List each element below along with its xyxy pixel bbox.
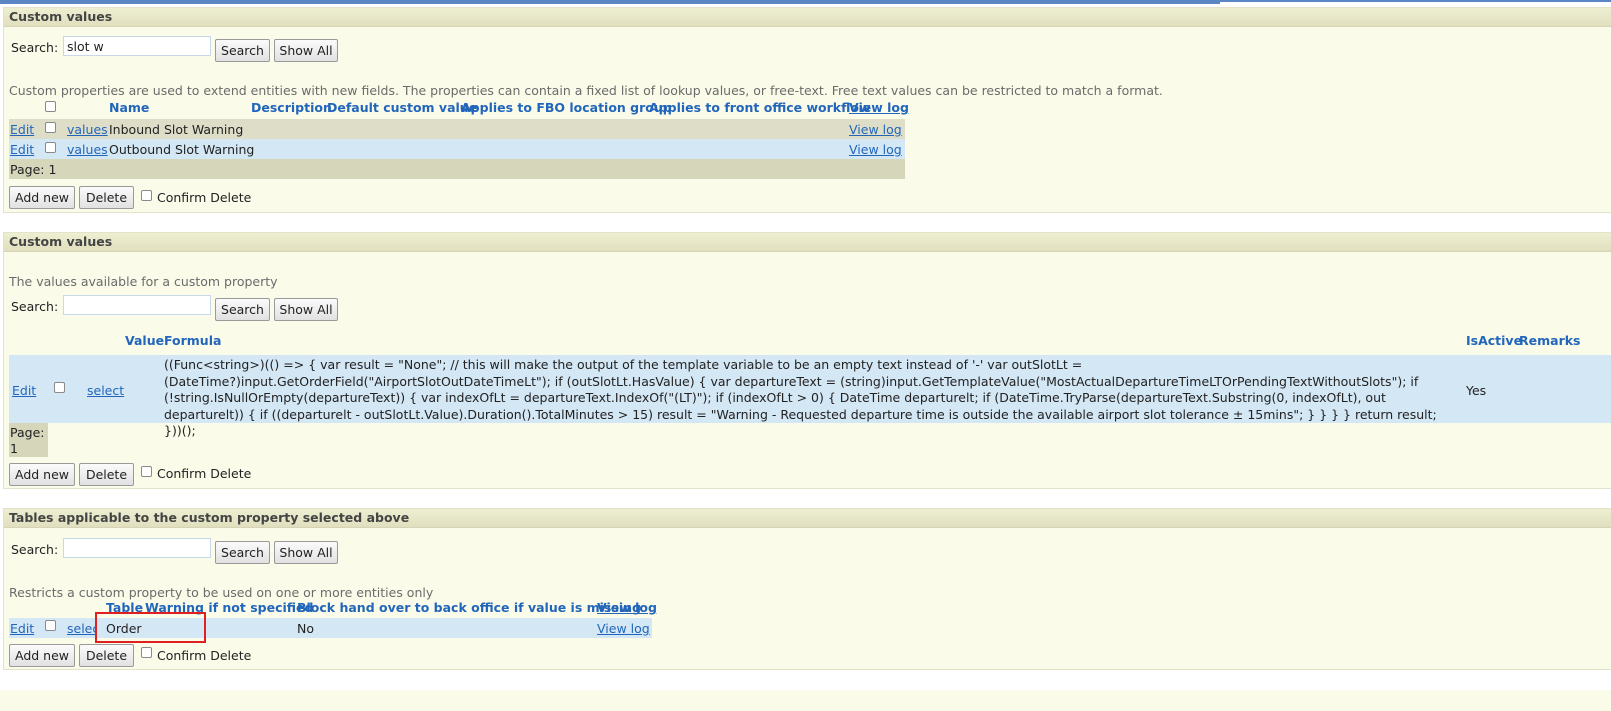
highlight-box [95,612,206,643]
panel-description: Custom properties are used to extend ent… [9,83,1163,98]
table-row: Edit values Outbound Slot Warning View l… [9,139,905,159]
top-accent-bar [0,0,1220,4]
col-fbo-location-group[interactable]: Applies to FBO location group [461,100,672,115]
panel-description: The values available for a custom proper… [9,274,278,289]
confirm-delete-checkbox[interactable] [141,647,152,658]
row-checkbox[interactable] [45,142,56,153]
values-link[interactable]: values [67,122,108,137]
footer-strip [0,690,1611,711]
show-all-button[interactable]: Show All [274,39,338,62]
col-block-hand-over[interactable]: Block hand over to back office if value … [297,600,641,615]
custom-values-panel: Custom values The values available for a… [3,232,1611,489]
page-label: Page: [10,425,45,440]
formula-text: ((Func<string>)(() => { var result = "No… [164,357,1437,438]
table-header: Name Description Default custom value Ap… [9,99,909,119]
block-hand-over-value: No [297,621,314,636]
table-row: Edit select ((Func<string>)(() => { var … [9,355,1611,438]
panel-title: Custom values [4,8,1611,27]
edit-link[interactable]: Edit [10,122,34,137]
isactive-value: Yes [1466,383,1487,398]
property-name: Outbound Slot Warning [109,142,255,157]
add-new-button[interactable]: Add new [9,186,75,209]
pager: Page: 1 [9,423,48,457]
table-header: Value Formula IsActive Remarks [9,329,1611,351]
search-input[interactable] [63,36,211,56]
search-input[interactable] [63,538,211,558]
edit-link[interactable]: Edit [10,621,34,636]
row-checkbox[interactable] [54,382,65,393]
row-checkbox[interactable] [45,122,56,133]
show-all-button[interactable]: Show All [274,298,338,321]
select-link[interactable]: select [87,383,124,398]
panel-title: Custom values [4,233,1611,252]
top-accent-bar-right [1220,0,1611,2]
applicable-tables-panel: Tables applicable to the custom property… [3,508,1611,670]
search-input[interactable] [63,295,211,315]
page-indicator: Page: 1 [10,162,57,177]
col-view-log[interactable]: View log [597,600,657,615]
col-view-log[interactable]: View log [849,100,909,115]
col-front-office-workflow[interactable]: Applies to front office workflow [649,100,871,115]
delete-button[interactable]: Delete [79,644,134,667]
page-number: 1 [10,441,18,456]
add-new-button[interactable]: Add new [9,644,75,667]
row-checkbox[interactable] [45,620,56,631]
confirm-delete-checkbox[interactable] [141,190,152,201]
custom-properties-panel: Custom values Search: Search Show All Cu… [3,7,1611,213]
delete-button[interactable]: Delete [79,186,134,209]
property-name: Inbound Slot Warning [109,122,244,137]
search-button[interactable]: Search [215,39,270,62]
pager: Page: 1 [9,159,905,179]
col-value[interactable]: Value [125,333,164,348]
search-label: Search: [11,40,59,55]
confirm-delete-label: Confirm Delete [157,648,252,663]
view-log-link[interactable]: View log [849,122,902,137]
search-label: Search: [11,299,59,314]
edit-link[interactable]: Edit [12,383,36,398]
select-all-checkbox[interactable] [45,101,56,112]
col-remarks[interactable]: Remarks [1519,333,1580,348]
values-link[interactable]: values [67,142,108,157]
show-all-button[interactable]: Show All [274,541,338,564]
search-label: Search: [11,542,59,557]
delete-button[interactable]: Delete [79,463,134,486]
table-row: Edit values Inbound Slot Warning View lo… [9,119,905,139]
edit-link[interactable]: Edit [10,142,34,157]
panel-description: Restricts a custom property to be used o… [9,585,434,600]
view-log-link[interactable]: View log [849,142,902,157]
col-isactive[interactable]: IsActive [1466,333,1522,348]
add-new-button[interactable]: Add new [9,463,75,486]
panel-title: Tables applicable to the custom property… [4,509,1611,528]
col-description[interactable]: Description [251,100,332,115]
select-link[interactable]: select [67,621,97,636]
search-button[interactable]: Search [215,541,270,564]
confirm-delete-label: Confirm Delete [157,190,252,205]
search-button[interactable]: Search [215,298,270,321]
col-name[interactable]: Name [109,100,149,115]
col-default-value[interactable]: Default custom value [327,100,477,115]
view-log-link[interactable]: View log [597,621,650,636]
confirm-delete-label: Confirm Delete [157,466,252,481]
col-formula[interactable]: Formula [164,333,221,348]
confirm-delete-checkbox[interactable] [141,466,152,477]
